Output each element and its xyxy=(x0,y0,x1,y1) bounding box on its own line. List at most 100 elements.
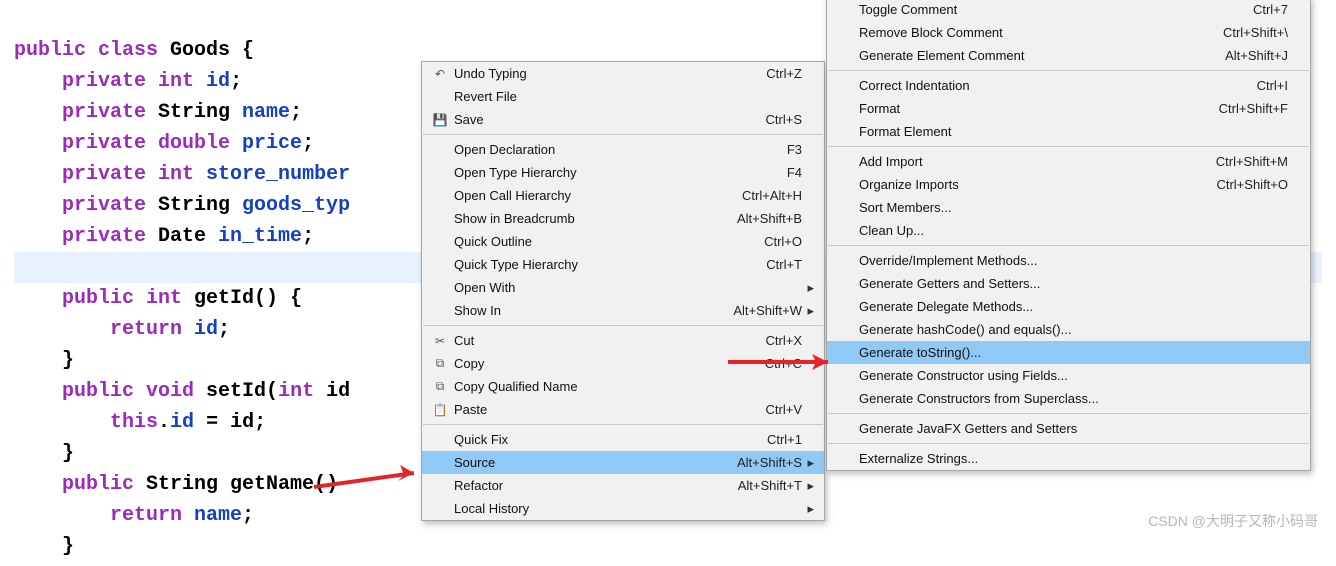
context-item-local-history[interactable]: Local History▸ xyxy=(422,497,824,520)
menu-item-label: Externalize Strings... xyxy=(857,451,1258,466)
menu-item-label: Show in Breadcrumb xyxy=(452,211,707,226)
menu-item-label: Generate Constructor using Fields... xyxy=(857,368,1258,383)
menu-item-shortcut: Ctrl+Shift+O xyxy=(1186,177,1288,192)
menu-item-shortcut: Ctrl+Alt+H xyxy=(712,188,802,203)
menu-item-label: Source xyxy=(452,455,707,470)
menu-separator xyxy=(828,443,1309,444)
context-item-revert-file[interactable]: Revert File xyxy=(422,85,824,108)
menu-separator xyxy=(423,424,823,425)
menu-item-shortcut: Alt+Shift+J xyxy=(1195,48,1288,63)
menu-item-shortcut: Ctrl+Shift+F xyxy=(1189,101,1288,116)
source-submenu[interactable]: Toggle CommentCtrl+7Remove Block Comment… xyxy=(826,0,1311,471)
source-item-organize-imports[interactable]: Organize ImportsCtrl+Shift+O xyxy=(827,173,1310,196)
menu-item-shortcut: Ctrl+X xyxy=(736,333,802,348)
menu-item-label: Generate JavaFX Getters and Setters xyxy=(857,421,1258,436)
chevron-right-icon: ▸ xyxy=(802,280,814,296)
menu-item-label: Generate toString()... xyxy=(857,345,1258,360)
paste-icon: 📋 xyxy=(428,403,452,417)
menu-item-label: Revert File xyxy=(452,89,772,104)
source-item-generate-constructor-using-fields[interactable]: Generate Constructor using Fields... xyxy=(827,364,1310,387)
context-item-cut[interactable]: ✂CutCtrl+X xyxy=(422,329,824,352)
source-item-generate-delegate-methods[interactable]: Generate Delegate Methods... xyxy=(827,295,1310,318)
context-item-open-with[interactable]: Open With ▸ xyxy=(422,276,824,299)
copy-icon: ⧉ xyxy=(428,356,452,371)
menu-item-label: Refactor xyxy=(452,478,708,493)
menu-separator xyxy=(828,245,1309,246)
save-icon: 💾 xyxy=(428,113,452,127)
menu-separator xyxy=(828,70,1309,71)
source-item-correct-indentation[interactable]: Correct IndentationCtrl+I xyxy=(827,74,1310,97)
context-item-refactor[interactable]: RefactorAlt+Shift+T▸ xyxy=(422,474,824,497)
menu-item-shortcut: Ctrl+I xyxy=(1227,78,1288,93)
chevron-right-icon: ▸ xyxy=(802,478,814,494)
menu-item-label: Toggle Comment xyxy=(857,2,1223,17)
context-item-copy-qualified-name[interactable]: ⧉Copy Qualified Name xyxy=(422,375,824,398)
source-item-add-import[interactable]: Add ImportCtrl+Shift+M xyxy=(827,150,1310,173)
source-item-generate-hashcode-and-equals[interactable]: Generate hashCode() and equals()... xyxy=(827,318,1310,341)
source-item-sort-members[interactable]: Sort Members... xyxy=(827,196,1310,219)
menu-separator xyxy=(423,325,823,326)
source-item-clean-up[interactable]: Clean Up... xyxy=(827,219,1310,242)
menu-item-label: Undo Typing xyxy=(452,66,736,81)
menu-item-label: Sort Members... xyxy=(857,200,1258,215)
context-menu[interactable]: ↶Undo TypingCtrl+Z Revert File 💾SaveCtrl+S… xyxy=(421,61,825,521)
menu-item-label: Open Declaration xyxy=(452,142,757,157)
menu-item-shortcut: Ctrl+Shift+M xyxy=(1186,154,1288,169)
context-item-quick-outline[interactable]: Quick OutlineCtrl+O xyxy=(422,230,824,253)
context-item-undo-typing[interactable]: ↶Undo TypingCtrl+Z xyxy=(422,62,824,85)
menu-item-shortcut: F3 xyxy=(757,142,802,157)
menu-item-label: Save xyxy=(452,112,736,127)
source-item-override-implement-methods[interactable]: Override/Implement Methods... xyxy=(827,249,1310,272)
menu-item-shortcut: Ctrl+1 xyxy=(737,432,802,447)
source-item-externalize-strings[interactable]: Externalize Strings... xyxy=(827,447,1310,470)
source-item-toggle-comment[interactable]: Toggle CommentCtrl+7 xyxy=(827,0,1310,21)
menu-item-shortcut: Alt+Shift+S xyxy=(707,455,802,470)
menu-item-label: Copy xyxy=(452,356,735,371)
menu-item-label: Correct Indentation xyxy=(857,78,1227,93)
context-item-paste[interactable]: 📋PasteCtrl+V xyxy=(422,398,824,421)
menu-item-shortcut: Alt+Shift+W xyxy=(703,303,802,318)
chevron-right-icon: ▸ xyxy=(802,303,814,319)
menu-item-label: Generate Constructors from Superclass... xyxy=(857,391,1258,406)
context-item-quick-type-hierarchy[interactable]: Quick Type HierarchyCtrl+T xyxy=(422,253,824,276)
copy-qualified-name-icon: ⧉ xyxy=(428,379,452,394)
context-item-save[interactable]: 💾SaveCtrl+S xyxy=(422,108,824,131)
source-item-generate-tostring[interactable]: Generate toString()... xyxy=(827,341,1310,364)
context-item-open-call-hierarchy[interactable]: Open Call HierarchyCtrl+Alt+H xyxy=(422,184,824,207)
source-item-generate-javafx-getters-and-setters[interactable]: Generate JavaFX Getters and Setters xyxy=(827,417,1310,440)
menu-item-label: Generate hashCode() and equals()... xyxy=(857,322,1258,337)
menu-item-shortcut: Ctrl+V xyxy=(736,402,802,417)
source-item-generate-constructors-from-superclass[interactable]: Generate Constructors from Superclass... xyxy=(827,387,1310,410)
source-item-generate-getters-and-setters[interactable]: Generate Getters and Setters... xyxy=(827,272,1310,295)
menu-item-shortcut: Ctrl+T xyxy=(736,257,802,272)
context-item-open-type-hierarchy[interactable]: Open Type HierarchyF4 xyxy=(422,161,824,184)
menu-item-shortcut: Ctrl+Shift+\ xyxy=(1193,25,1288,40)
context-item-source[interactable]: SourceAlt+Shift+S▸ xyxy=(422,451,824,474)
menu-item-shortcut: Ctrl+O xyxy=(734,234,802,249)
menu-item-label: Local History xyxy=(452,501,772,516)
source-item-generate-element-comment[interactable]: Generate Element CommentAlt+Shift+J xyxy=(827,44,1310,67)
context-item-copy[interactable]: ⧉CopyCtrl+C xyxy=(422,352,824,375)
menu-item-label: Override/Implement Methods... xyxy=(857,253,1258,268)
menu-item-label: Organize Imports xyxy=(857,177,1186,192)
menu-item-shortcut: Alt+Shift+T xyxy=(708,478,802,493)
menu-item-label: Paste xyxy=(452,402,736,417)
source-item-format-element[interactable]: Format Element xyxy=(827,120,1310,143)
menu-item-label: Generate Getters and Setters... xyxy=(857,276,1258,291)
menu-item-label: Clean Up... xyxy=(857,223,1258,238)
context-item-show-in-breadcrumb[interactable]: Show in BreadcrumbAlt+Shift+B xyxy=(422,207,824,230)
menu-item-label: Add Import xyxy=(857,154,1186,169)
menu-item-shortcut: Ctrl+C xyxy=(735,356,802,371)
menu-item-label: Show In xyxy=(452,303,703,318)
source-item-remove-block-comment[interactable]: Remove Block CommentCtrl+Shift+\ xyxy=(827,21,1310,44)
menu-item-label: Open With xyxy=(452,280,772,295)
source-item-format[interactable]: FormatCtrl+Shift+F xyxy=(827,97,1310,120)
menu-item-label: Generate Element Comment xyxy=(857,48,1195,63)
context-item-quick-fix[interactable]: Quick FixCtrl+1 xyxy=(422,428,824,451)
menu-item-label: Remove Block Comment xyxy=(857,25,1193,40)
chevron-right-icon: ▸ xyxy=(802,455,814,471)
context-item-open-declaration[interactable]: Open DeclarationF3 xyxy=(422,138,824,161)
context-item-show-in[interactable]: Show InAlt+Shift+W▸ xyxy=(422,299,824,322)
menu-item-label: Open Call Hierarchy xyxy=(452,188,712,203)
menu-item-shortcut: F4 xyxy=(757,165,802,180)
